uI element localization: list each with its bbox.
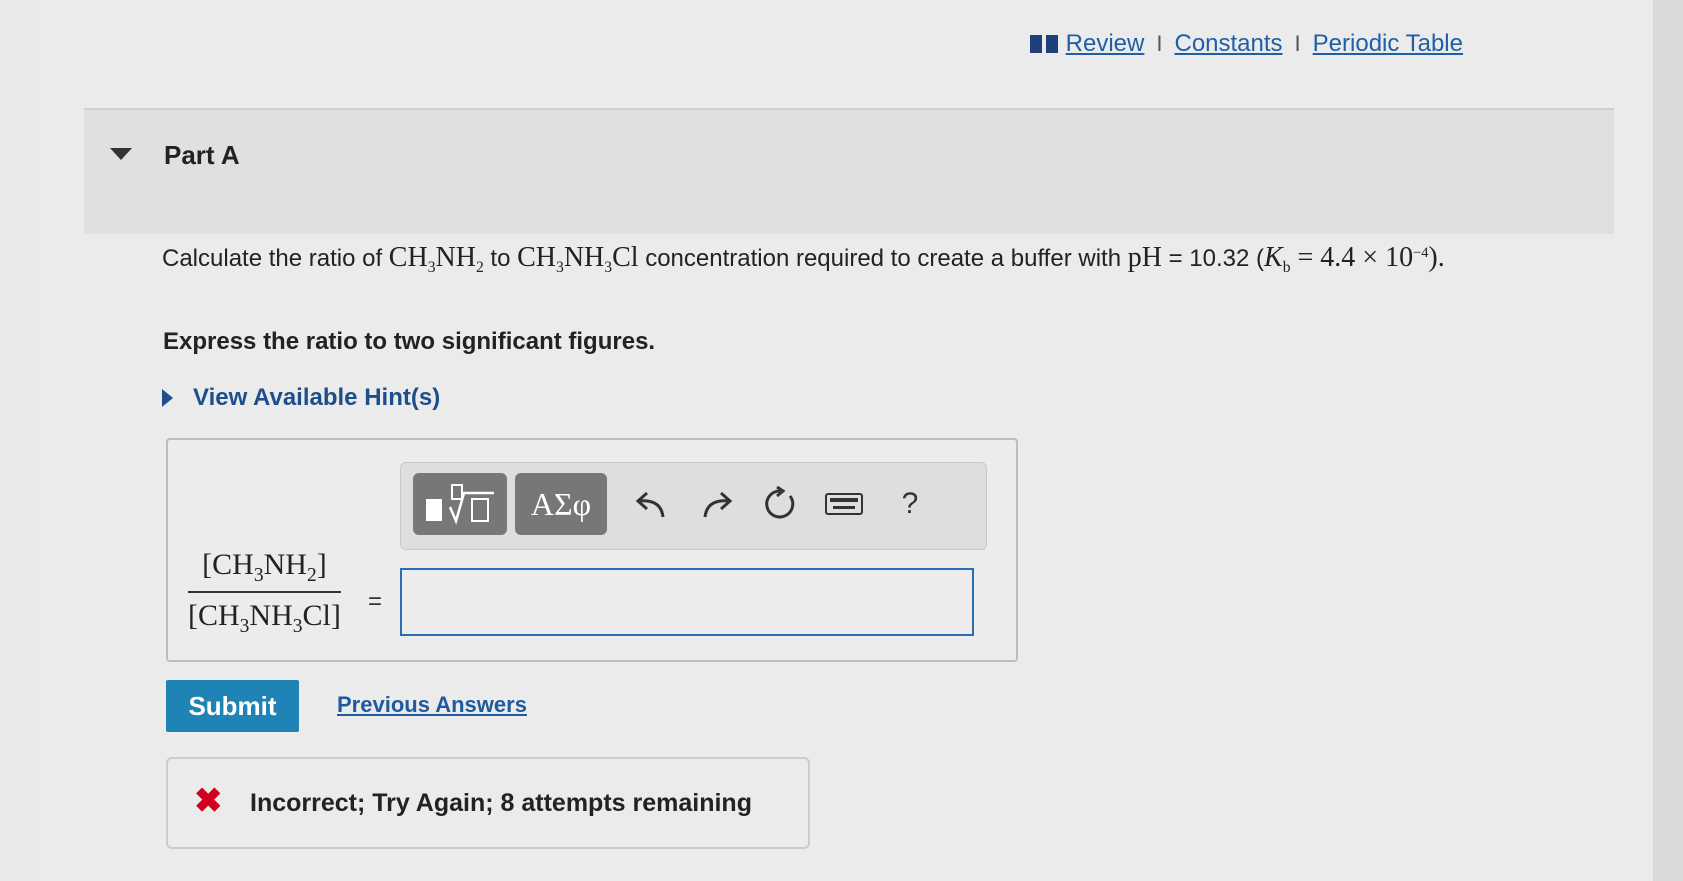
answer-input[interactable] (400, 568, 974, 636)
hints-toggle[interactable]: View Available Hint(s) (162, 384, 440, 412)
resource-links: Review I Constants I Periodic Table (1029, 30, 1463, 58)
part-header[interactable]: Part A (84, 108, 1614, 234)
link-separator: I (1294, 31, 1301, 56)
undo-icon[interactable] (629, 481, 675, 527)
periodic-table-link[interactable]: Periodic Table (1313, 30, 1463, 58)
feedback-box: ✖ Incorrect; Try Again; 8 attempts remai… (166, 757, 810, 849)
help-icon[interactable]: ? (887, 481, 933, 527)
templates-icon (426, 484, 494, 525)
error-x-icon: ✖ (194, 782, 223, 820)
book-icon (1029, 35, 1058, 53)
keyboard-icon[interactable] (821, 481, 867, 527)
submit-button[interactable]: Submit (166, 680, 299, 732)
previous-answers-link[interactable]: Previous Answers (337, 692, 527, 718)
redo-icon[interactable] (693, 481, 739, 527)
link-separator: I (1156, 31, 1163, 56)
templates-button[interactable] (413, 473, 507, 535)
review-link[interactable]: Review (1066, 30, 1145, 58)
reset-icon[interactable] (757, 481, 803, 527)
instruction-text: Express the ratio to two significant fig… (163, 328, 656, 355)
collapse-caret-icon[interactable] (110, 148, 132, 160)
ratio-denominator: [CH3NH3Cl] (188, 599, 341, 637)
constants-link[interactable]: Constants (1174, 30, 1282, 58)
question-text: Calculate the ratio of CH3NH2 to CH3NH3C… (162, 242, 1445, 276)
greek-symbols-button[interactable]: ΑΣφ (515, 473, 607, 535)
ratio-label: [CH3NH2] [CH3NH3Cl] (188, 548, 341, 638)
hints-label: View Available Hint(s) (193, 384, 441, 411)
ratio-numerator: [CH3NH2] (188, 548, 341, 593)
page-edge (1653, 0, 1683, 881)
part-title: Part A (164, 140, 240, 170)
feedback-text: Incorrect; Try Again; 8 attempts remaini… (250, 789, 752, 817)
equals-sign: = (368, 588, 383, 615)
math-toolbar: ΑΣφ ? (400, 462, 987, 550)
expand-caret-icon (162, 389, 173, 407)
